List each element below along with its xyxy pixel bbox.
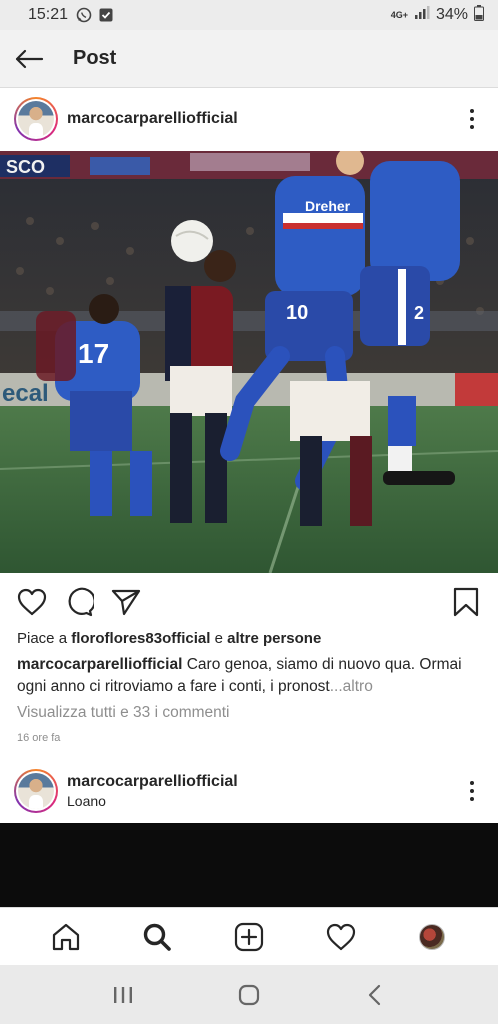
- ad-board-text: ecal: [2, 380, 49, 407]
- nav-home-button[interactable]: [46, 917, 86, 957]
- banner-text: SCO: [6, 157, 45, 177]
- next-post-location[interactable]: Loano: [67, 793, 238, 809]
- liked-by-user[interactable]: floroflores83official: [71, 630, 210, 647]
- next-post-options-button[interactable]: [460, 776, 484, 806]
- search-icon: [144, 923, 172, 951]
- signal-icon: [414, 5, 430, 25]
- back-system-button[interactable]: [355, 975, 395, 1015]
- post-photo[interactable]: SCO ecal 17 Dreher 10 2: [0, 151, 498, 573]
- more-vertical-icon: [470, 109, 474, 113]
- post-options-button[interactable]: [460, 104, 484, 134]
- comment-icon: [68, 587, 94, 617]
- bookmark-icon: [453, 587, 479, 617]
- arrow-left-icon: [15, 49, 44, 68]
- system-navigation-bar: [0, 965, 498, 1024]
- nav-add-button[interactable]: [229, 917, 269, 957]
- page-title: Post: [73, 47, 117, 69]
- nav-profile-button[interactable]: [412, 917, 452, 957]
- post-username[interactable]: marcocarparelliofficial: [67, 110, 238, 128]
- post-actions: [0, 584, 498, 620]
- recent-apps-icon: [114, 986, 132, 1003]
- next-post-header: marcocarparelliofficial Loano: [0, 768, 498, 814]
- likes-line: Piace a floroflores83official e altre pe…: [17, 630, 321, 647]
- battery-percent: 34%: [435, 6, 468, 23]
- home-icon: [52, 923, 79, 950]
- chevron-left-icon: [368, 984, 381, 1005]
- status-right: 4G+ 34%: [390, 4, 484, 26]
- post-header: marcocarparelliofficial: [0, 96, 498, 142]
- status-bar: 15:21 4G+ 34%: [0, 0, 498, 30]
- share-button[interactable]: [110, 586, 142, 618]
- player-number-2: 2: [414, 303, 424, 323]
- nav-search-button[interactable]: [137, 917, 177, 957]
- profile-avatar-icon: [419, 923, 446, 950]
- network-type: 4G+: [390, 9, 408, 20]
- avatar[interactable]: [14, 769, 58, 813]
- avatar[interactable]: [14, 97, 58, 141]
- app-header: Post: [0, 30, 498, 88]
- add-post-icon: [234, 922, 264, 951]
- likes-prefix: Piace a: [17, 630, 68, 647]
- comment-button[interactable]: [63, 586, 95, 618]
- caption-author[interactable]: marcocarparelliofficial: [17, 656, 182, 673]
- heart-icon: [326, 923, 355, 950]
- bottom-navigation: [0, 907, 498, 965]
- save-button[interactable]: [450, 586, 482, 618]
- more-vertical-icon: [470, 781, 474, 785]
- player-number-17: 17: [78, 338, 109, 369]
- post-timestamp: 16 ore fa: [17, 732, 61, 744]
- sponsor-text: Dreher: [305, 198, 351, 214]
- next-post-media[interactable]: [0, 823, 498, 907]
- recent-apps-button[interactable]: [103, 975, 143, 1015]
- next-post-username[interactable]: marcocarparelliofficial: [67, 773, 238, 791]
- home-system-button[interactable]: [229, 975, 269, 1015]
- download-notification-icon: [98, 7, 114, 23]
- send-icon: [111, 589, 141, 616]
- caption-more-link[interactable]: ...altro: [330, 678, 373, 695]
- heart-icon: [17, 588, 47, 616]
- view-all-comments-link[interactable]: Visualizza tutti e 33 i commenti: [17, 704, 230, 722]
- battery-icon: [474, 4, 484, 26]
- home-circle-icon: [238, 984, 260, 1005]
- player-number-10: 10: [286, 302, 308, 324]
- status-time: 15:21: [28, 6, 69, 23]
- like-button[interactable]: [16, 586, 48, 618]
- liked-by-others[interactable]: altre persone: [227, 630, 321, 647]
- whatsapp-icon: [76, 7, 92, 23]
- football-match-photo: SCO ecal 17 Dreher 10 2: [0, 151, 498, 573]
- post-caption: marcocarparelliofficial Caro genoa, siam…: [17, 654, 487, 698]
- likes-connector: e: [214, 630, 223, 647]
- nav-activity-button[interactable]: [321, 917, 361, 957]
- back-button[interactable]: [14, 44, 44, 74]
